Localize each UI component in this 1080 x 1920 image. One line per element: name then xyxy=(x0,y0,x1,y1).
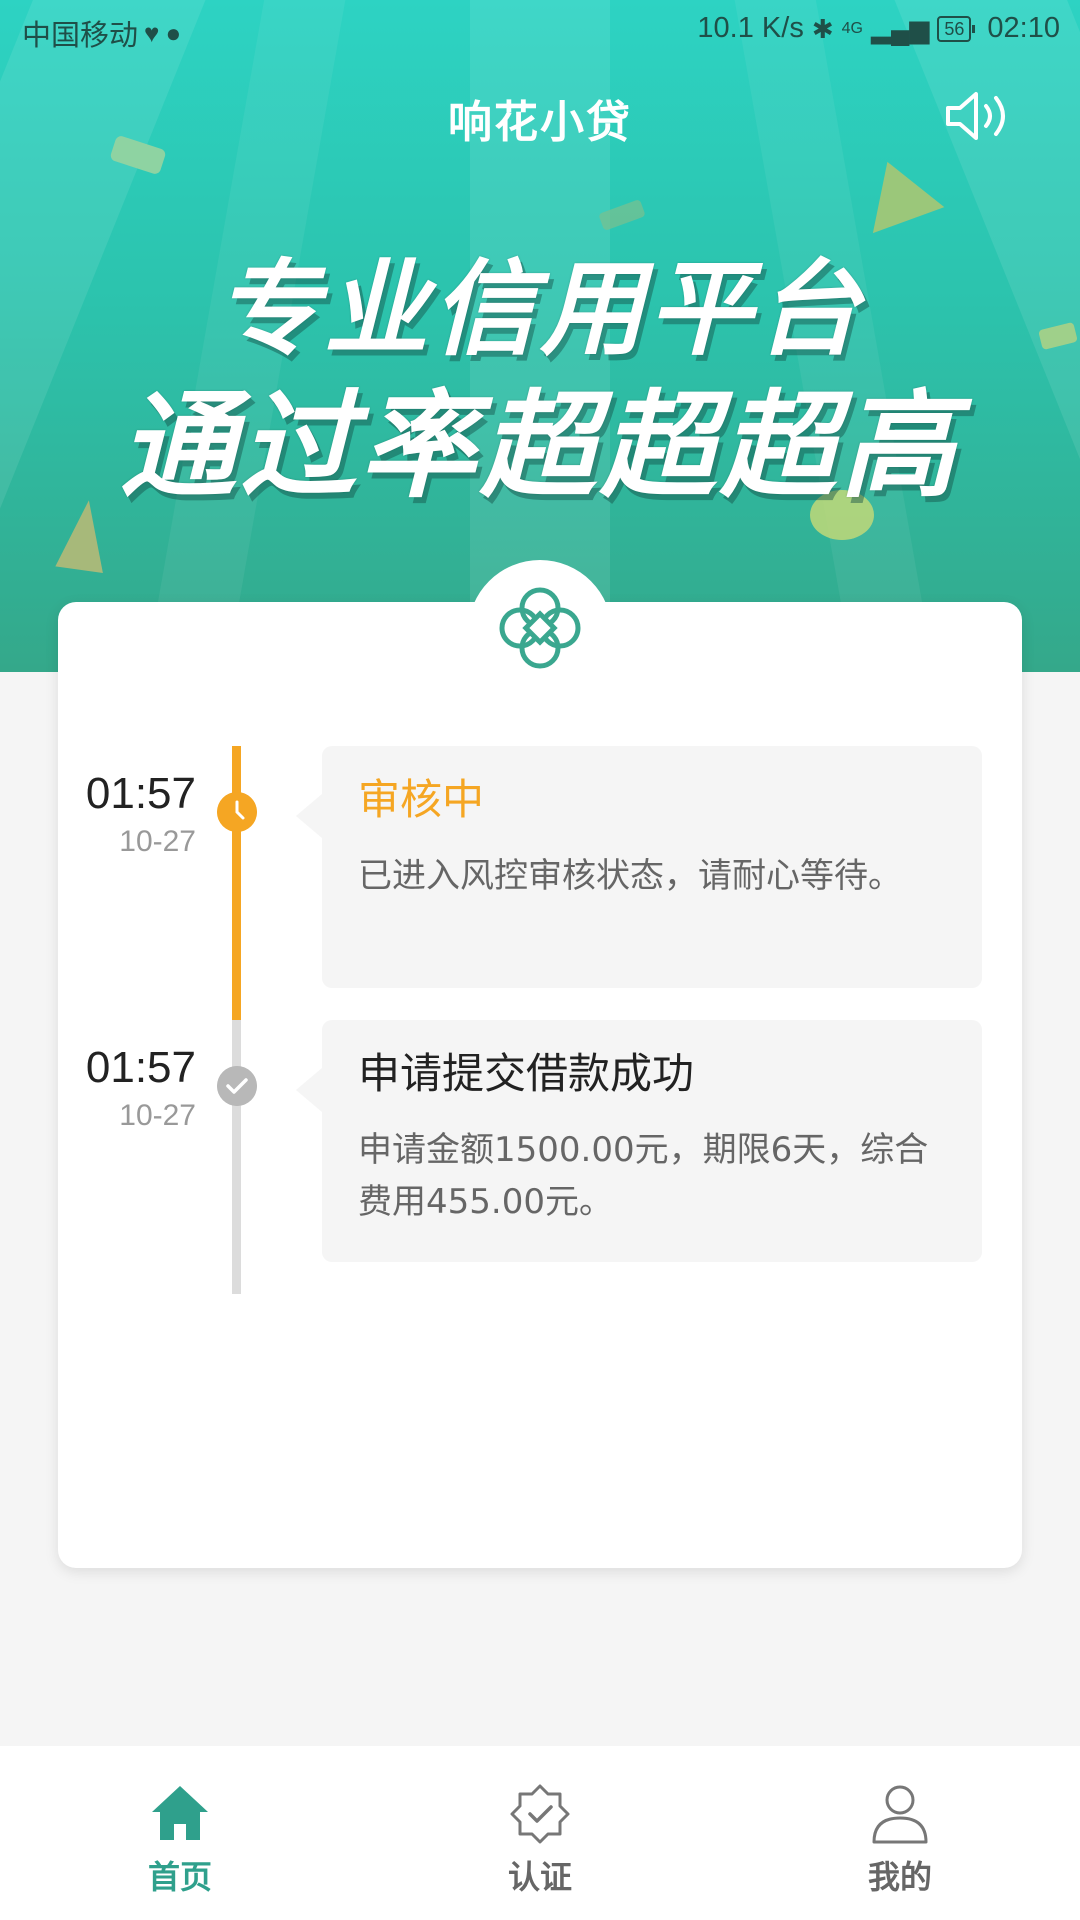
timeline-date: 10-27 xyxy=(119,825,196,858)
timeline-entry-submitted: 申请提交借款成功 申请金额1500.00元，期限6天，综合费用455.00元。 xyxy=(296,1020,982,1262)
speaker-icon[interactable] xyxy=(944,90,1014,142)
status-left: 中国移动 ♥ ● xyxy=(22,12,181,54)
home-icon xyxy=(152,1786,208,1840)
timeline-entry-pending: 审核中 已进入风控审核状态，请耐心等待。 xyxy=(296,746,982,988)
signal-icon: ▂▄▆ xyxy=(870,13,930,44)
nav-item-verify[interactable]: 认证 xyxy=(360,1746,720,1920)
bottom-nav: 首页 认证 我的 xyxy=(0,1746,1080,1920)
status-bar: 中国移动 ♥ ● 10.1 K/s ✱ 4G ▂▄▆ 56 02:10 xyxy=(0,0,1080,64)
nav-item-mine[interactable]: 我的 xyxy=(720,1746,1080,1920)
timeline-time: 01:57 10-27 xyxy=(76,1042,196,1136)
heart-rate-icon: ♥ xyxy=(144,18,160,48)
timeline-time: 01:57 10-27 xyxy=(76,768,196,862)
bluetooth-icon: ✱ xyxy=(811,13,834,44)
chat-bubble-icon: ● xyxy=(165,18,182,48)
timeline-line-inactive xyxy=(232,1020,241,1294)
network-type: 4G xyxy=(841,19,863,37)
carrier-name: 中国移动 xyxy=(22,20,139,52)
timeline-entry-desc: 已进入风控审核状态，请耐心等待。 xyxy=(358,856,902,896)
timeline-date: 10-27 xyxy=(119,1099,196,1132)
timeline-entry-title: 申请提交借款成功 xyxy=(358,1049,695,1098)
clover-logo-icon xyxy=(499,587,581,669)
page-title: 响花小贷 xyxy=(448,97,632,148)
timeline-hour-minute: 01:57 xyxy=(85,1043,196,1092)
timeline-entry-desc: 申请金额1500.00元，期限6天，综合费用455.00元。 xyxy=(358,1130,929,1222)
nav-item-home[interactable]: 首页 xyxy=(0,1746,360,1920)
battery-icon: 56 xyxy=(937,15,976,42)
banner-slogan-line2: 通过率超超超高 xyxy=(120,379,960,514)
verify-badge-icon xyxy=(510,1784,570,1844)
timeline-entry-title: 审核中 xyxy=(358,775,485,824)
nav-label: 我的 xyxy=(867,1858,932,1896)
nav-label: 首页 xyxy=(147,1858,212,1896)
app-screen: 中国移动 ♥ ● 10.1 K/s ✱ 4G ▂▄▆ 56 02:10 响花小贷… xyxy=(0,0,1080,1920)
status-right: 10.1 K/s ✱ 4G ▂▄▆ 56 02:10 xyxy=(697,12,1060,45)
net-speed: 10.1 K/s xyxy=(697,12,804,44)
clock-time: 02:10 xyxy=(987,12,1060,44)
timeline-line-active xyxy=(232,746,241,1020)
nav-label: 认证 xyxy=(507,1858,572,1896)
clock-icon xyxy=(217,792,257,832)
user-icon xyxy=(872,1785,928,1844)
timeline-hour-minute: 01:57 xyxy=(85,769,196,818)
battery-level: 56 xyxy=(944,18,965,39)
check-icon xyxy=(217,1066,257,1106)
confetti-decoration xyxy=(851,148,945,234)
